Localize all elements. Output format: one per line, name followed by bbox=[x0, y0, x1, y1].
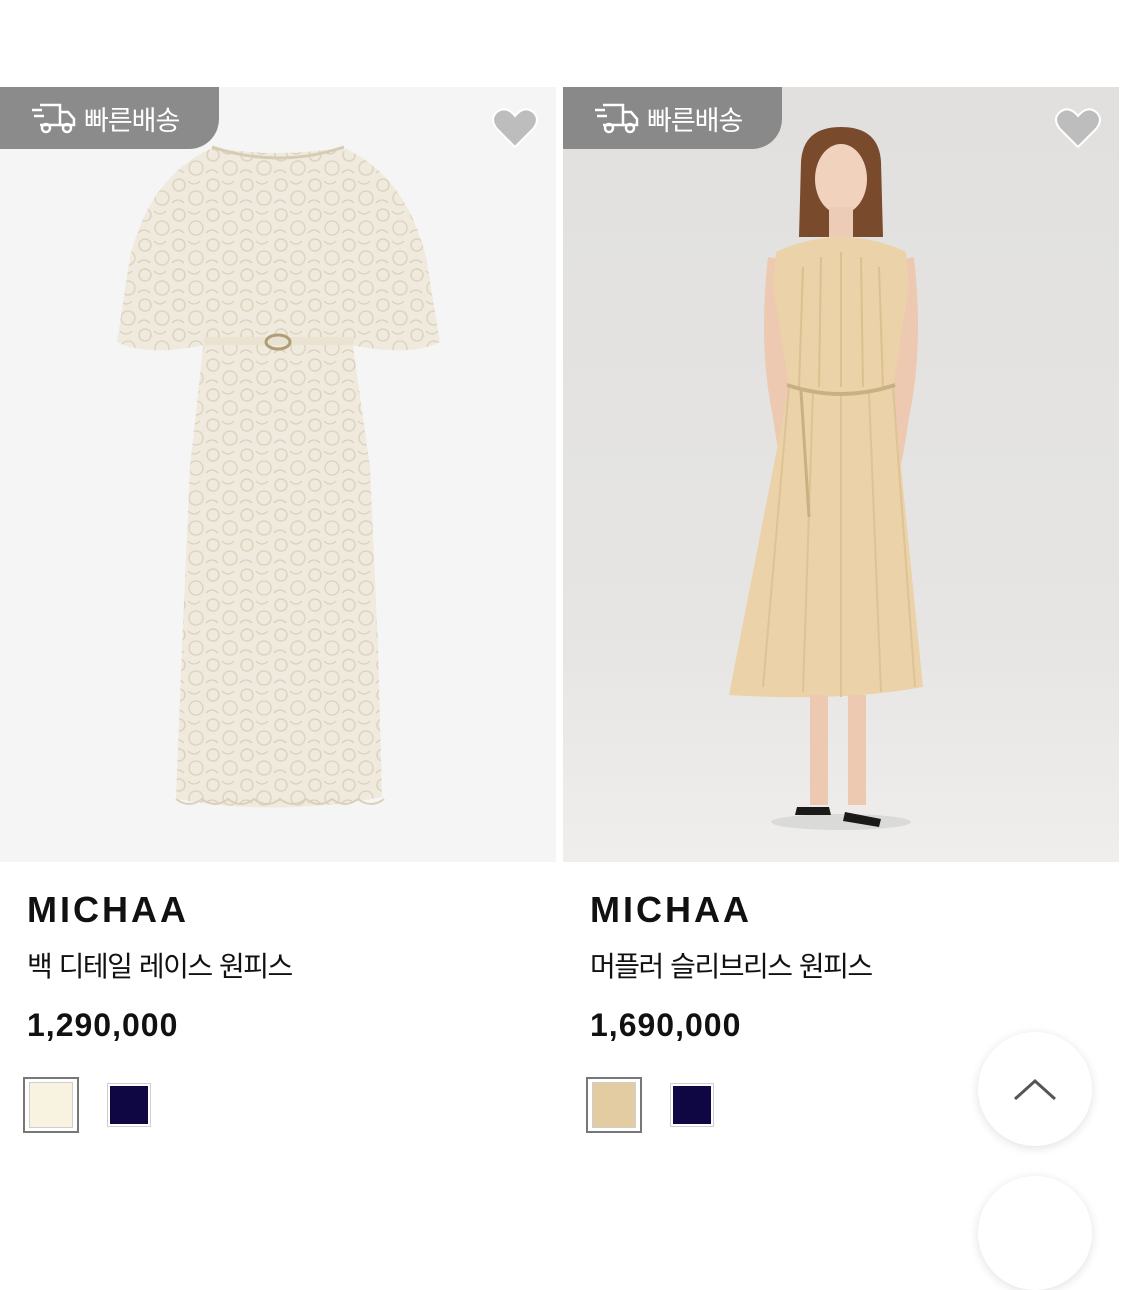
fast-delivery-badge: 빠른배송 bbox=[0, 87, 219, 149]
product-image[interactable]: 빠른배송 bbox=[563, 87, 1119, 862]
heart-icon[interactable] bbox=[492, 107, 538, 149]
color-swatch-navy[interactable] bbox=[670, 1083, 714, 1127]
brand-name: MICHAA bbox=[27, 889, 189, 930]
brand-name: MICHAA bbox=[590, 889, 752, 930]
color-swatches bbox=[23, 1077, 556, 1133]
floating-action-button[interactable] bbox=[978, 1176, 1092, 1290]
fast-delivery-label: 빠른배송 bbox=[647, 105, 743, 137]
product-card[interactable]: 빠른배송 MICHAA 백 디테일 레이스 원피스 1,290,000 bbox=[0, 87, 556, 1133]
chevron-up-icon bbox=[1013, 1078, 1057, 1101]
color-swatch-ivory[interactable] bbox=[23, 1077, 79, 1133]
heart-icon[interactable] bbox=[1055, 107, 1101, 149]
product-info: MICHAA 백 디테일 레이스 원피스 1,290,000 bbox=[0, 890, 556, 1133]
scroll-to-top-button[interactable] bbox=[978, 1032, 1092, 1146]
color-swatch-beige[interactable] bbox=[586, 1077, 642, 1133]
product-name[interactable]: 백 디테일 레이스 원피스 bbox=[27, 948, 556, 986]
product-price: 1,290,000 bbox=[27, 1007, 179, 1043]
fast-delivery-badge: 빠른배송 bbox=[563, 87, 782, 149]
lace-dress-image bbox=[117, 145, 440, 808]
product-card[interactable]: 빠른배송 MICHAA 머플러 슬리브리스 원피스 1,690,000 bbox=[563, 87, 1119, 1133]
product-image[interactable]: 빠른배송 bbox=[0, 87, 556, 862]
product-name[interactable]: 머플러 슬리브리스 원피스 bbox=[590, 948, 1119, 986]
fast-delivery-label: 빠른배송 bbox=[84, 105, 180, 137]
product-grid: 빠른배송 MICHAA 백 디테일 레이스 원피스 1,290,000 빠른배송… bbox=[0, 87, 1125, 1214]
fast-delivery-truck-icon bbox=[32, 103, 76, 134]
model-dress-image bbox=[729, 127, 923, 830]
fast-delivery-truck-icon bbox=[595, 103, 639, 134]
color-swatch-navy[interactable] bbox=[107, 1083, 151, 1127]
